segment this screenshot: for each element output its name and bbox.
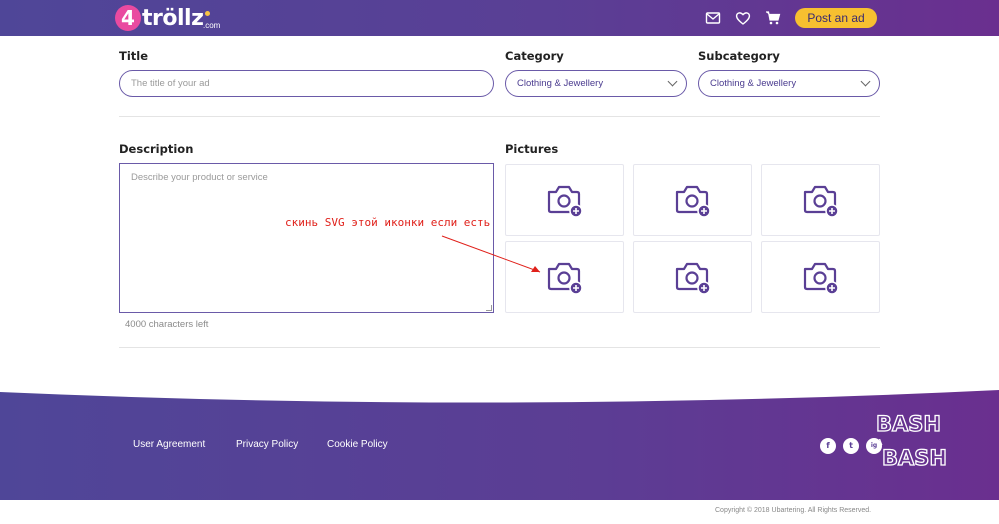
camera-add-icon (547, 185, 583, 218)
logo-dot (205, 11, 210, 16)
mail-icon[interactable] (705, 10, 721, 26)
pictures-label: Pictures (505, 142, 559, 156)
description-textarea[interactable]: Describe your product or service (119, 163, 494, 313)
category-value: Clothing & Jewellery (517, 78, 604, 89)
copyright: Copyright © 2018 Ubartering. All Rights … (715, 507, 872, 514)
top-navbar: 4 tröllz .com Post an ad (0, 0, 999, 36)
logo-wordmark: tröllz (142, 5, 204, 31)
section-divider (119, 116, 880, 117)
picture-upload-slot[interactable] (761, 241, 880, 313)
category-select[interactable]: Clothing & Jewellery (505, 70, 687, 97)
site-logo[interactable]: 4 tröllz .com (115, 3, 220, 33)
picture-upload-slot[interactable] (633, 164, 752, 236)
bash-a-bash-logo: BASH A BASH (876, 411, 948, 469)
brand-line-1: BASH (876, 412, 941, 436)
camera-add-icon (803, 185, 839, 218)
heart-icon[interactable] (735, 10, 751, 26)
logo-suffix: .com (203, 21, 221, 30)
camera-add-icon (803, 262, 839, 295)
camera-add-icon (675, 262, 711, 295)
resize-handle[interactable] (486, 305, 492, 311)
facebook-icon[interactable]: f (820, 438, 836, 454)
annotation-text: скинь SVG этой иконки если есть (285, 216, 491, 229)
camera-add-icon (675, 185, 711, 218)
camera-add-icon (547, 262, 583, 295)
brand-line-2: BASH (882, 446, 947, 469)
category-label: Category (505, 49, 564, 63)
subcategory-label: Subcategory (698, 49, 780, 63)
picture-upload-slot[interactable] (761, 164, 880, 236)
twitter-icon[interactable]: t (843, 438, 859, 454)
picture-upload-slot[interactable] (633, 241, 752, 313)
title-input[interactable]: The title of your ad (119, 70, 494, 97)
footer-link-cookie-policy[interactable]: Cookie Policy (327, 439, 388, 450)
picture-upload-slot[interactable] (505, 164, 624, 236)
annotation-arrow-icon (441, 235, 541, 273)
subcategory-select[interactable]: Clothing & Jewellery (698, 70, 880, 97)
subcategory-value: Clothing & Jewellery (710, 78, 797, 89)
footer-link-privacy-policy[interactable]: Privacy Policy (236, 439, 298, 450)
description-label: Description (119, 142, 194, 156)
cart-icon[interactable] (765, 10, 781, 26)
footer-link-user-agreement[interactable]: User Agreement (133, 439, 205, 450)
logo-badge: 4 (115, 5, 141, 31)
description-placeholder: Describe your product or service (131, 172, 268, 183)
chevron-down-icon (667, 76, 678, 87)
section-divider (119, 347, 880, 348)
characters-left: 4000 characters left (125, 319, 209, 330)
chevron-down-icon (860, 76, 871, 87)
title-label: Title (119, 49, 149, 63)
post-ad-button[interactable]: Post an ad (795, 8, 877, 28)
